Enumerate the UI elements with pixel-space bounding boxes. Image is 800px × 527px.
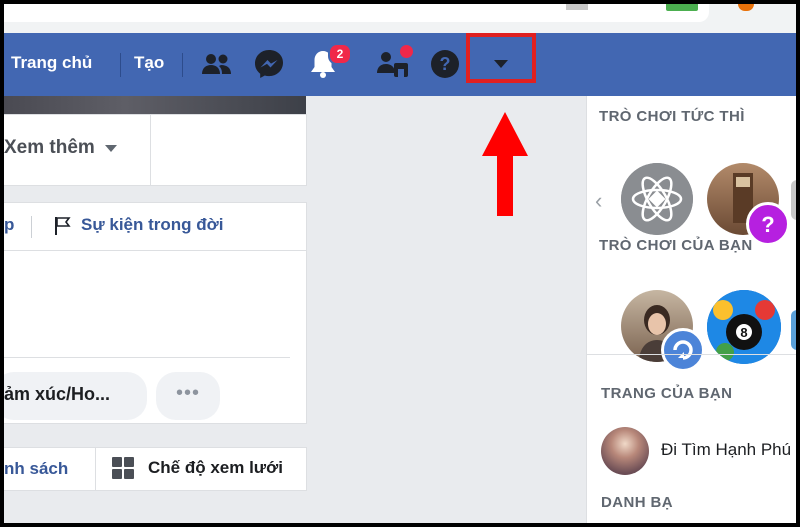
caret-down-icon [104,144,117,152]
messenger-icon[interactable] [252,47,286,81]
browser-toolbar [4,4,796,34]
page-name-link[interactable]: Đi Tìm Hạnh Phú [661,440,791,460]
more-options-icon: ••• [176,382,201,404]
your-games-heading: TRÒ CHƠI CỦA BẠN [599,237,753,254]
feeling-activity-label: ảm xúc/Ho... [4,384,111,404]
list-view-button[interactable]: nh sách [4,459,68,479]
section-divider [587,354,796,355]
red-arrow-annotation [482,112,528,216]
extension-icon[interactable] [738,4,754,11]
grid-view-button[interactable]: Chế độ xem lưới [112,457,283,479]
nav-divider [182,53,183,77]
facebook-top-navbar: Trang chủ Tạo 2 ? [4,33,796,96]
help-icon[interactable]: ? [428,47,462,81]
page-avatar[interactable] [601,427,649,475]
create-link[interactable]: Tạo [134,53,164,73]
game-thumbnail[interactable] [791,180,796,220]
address-bar[interactable] [4,4,709,22]
composer-link-divider [31,216,32,238]
game-thumbnail[interactable]: 8 [707,290,781,364]
nav-divider [120,53,121,77]
home-link[interactable]: Trang chủ [11,53,92,73]
cover-photo-edge [4,96,306,114]
extension-icon[interactable] [566,4,588,10]
chevron-down-icon[interactable] [486,51,516,77]
game-thumbnail[interactable] [791,310,796,350]
friends-icon[interactable] [200,47,234,81]
browser-screenshot: Trang chủ Tạo 2 ? Xem thêm p Sự kiện tro… [4,4,796,523]
game-thumbnail[interactable] [621,163,693,235]
sync-badge-icon [661,328,705,372]
instant-games-heading: TRÒ CHƠI TỨC THÌ [599,108,745,125]
svg-text:8: 8 [740,325,747,340]
svg-text:?: ? [761,212,774,237]
notification-dot [400,45,413,58]
svg-text:?: ? [440,54,451,74]
more-tab[interactable]: Xem thêm [4,137,117,159]
contacts-heading: DANH BẠ [601,494,673,511]
life-event-link[interactable]: Sự kiện trong đời [81,215,223,235]
composer-divider [4,250,307,251]
notification-badge: 2 [328,43,352,65]
tab-divider [150,114,151,186]
more-tab-label: Xem thêm [4,137,95,158]
your-pages-heading: TRANG CỦA BẠN [601,385,733,402]
composer-divider [4,357,290,358]
chevron-left-icon[interactable]: ‹ [595,188,602,214]
grid-view-label: Chế độ xem lưới [148,458,283,477]
composer-link[interactable]: p [4,215,14,235]
view-toggle-divider [95,447,96,491]
right-sidebar: TRÒ CHƠI TỨC THÌ ‹ ? TRÒ CHƠI CỦA BẠN 8 … [586,96,796,523]
extension-icon[interactable] [666,4,698,11]
grid-icon [112,457,134,479]
flag-icon [52,215,74,237]
